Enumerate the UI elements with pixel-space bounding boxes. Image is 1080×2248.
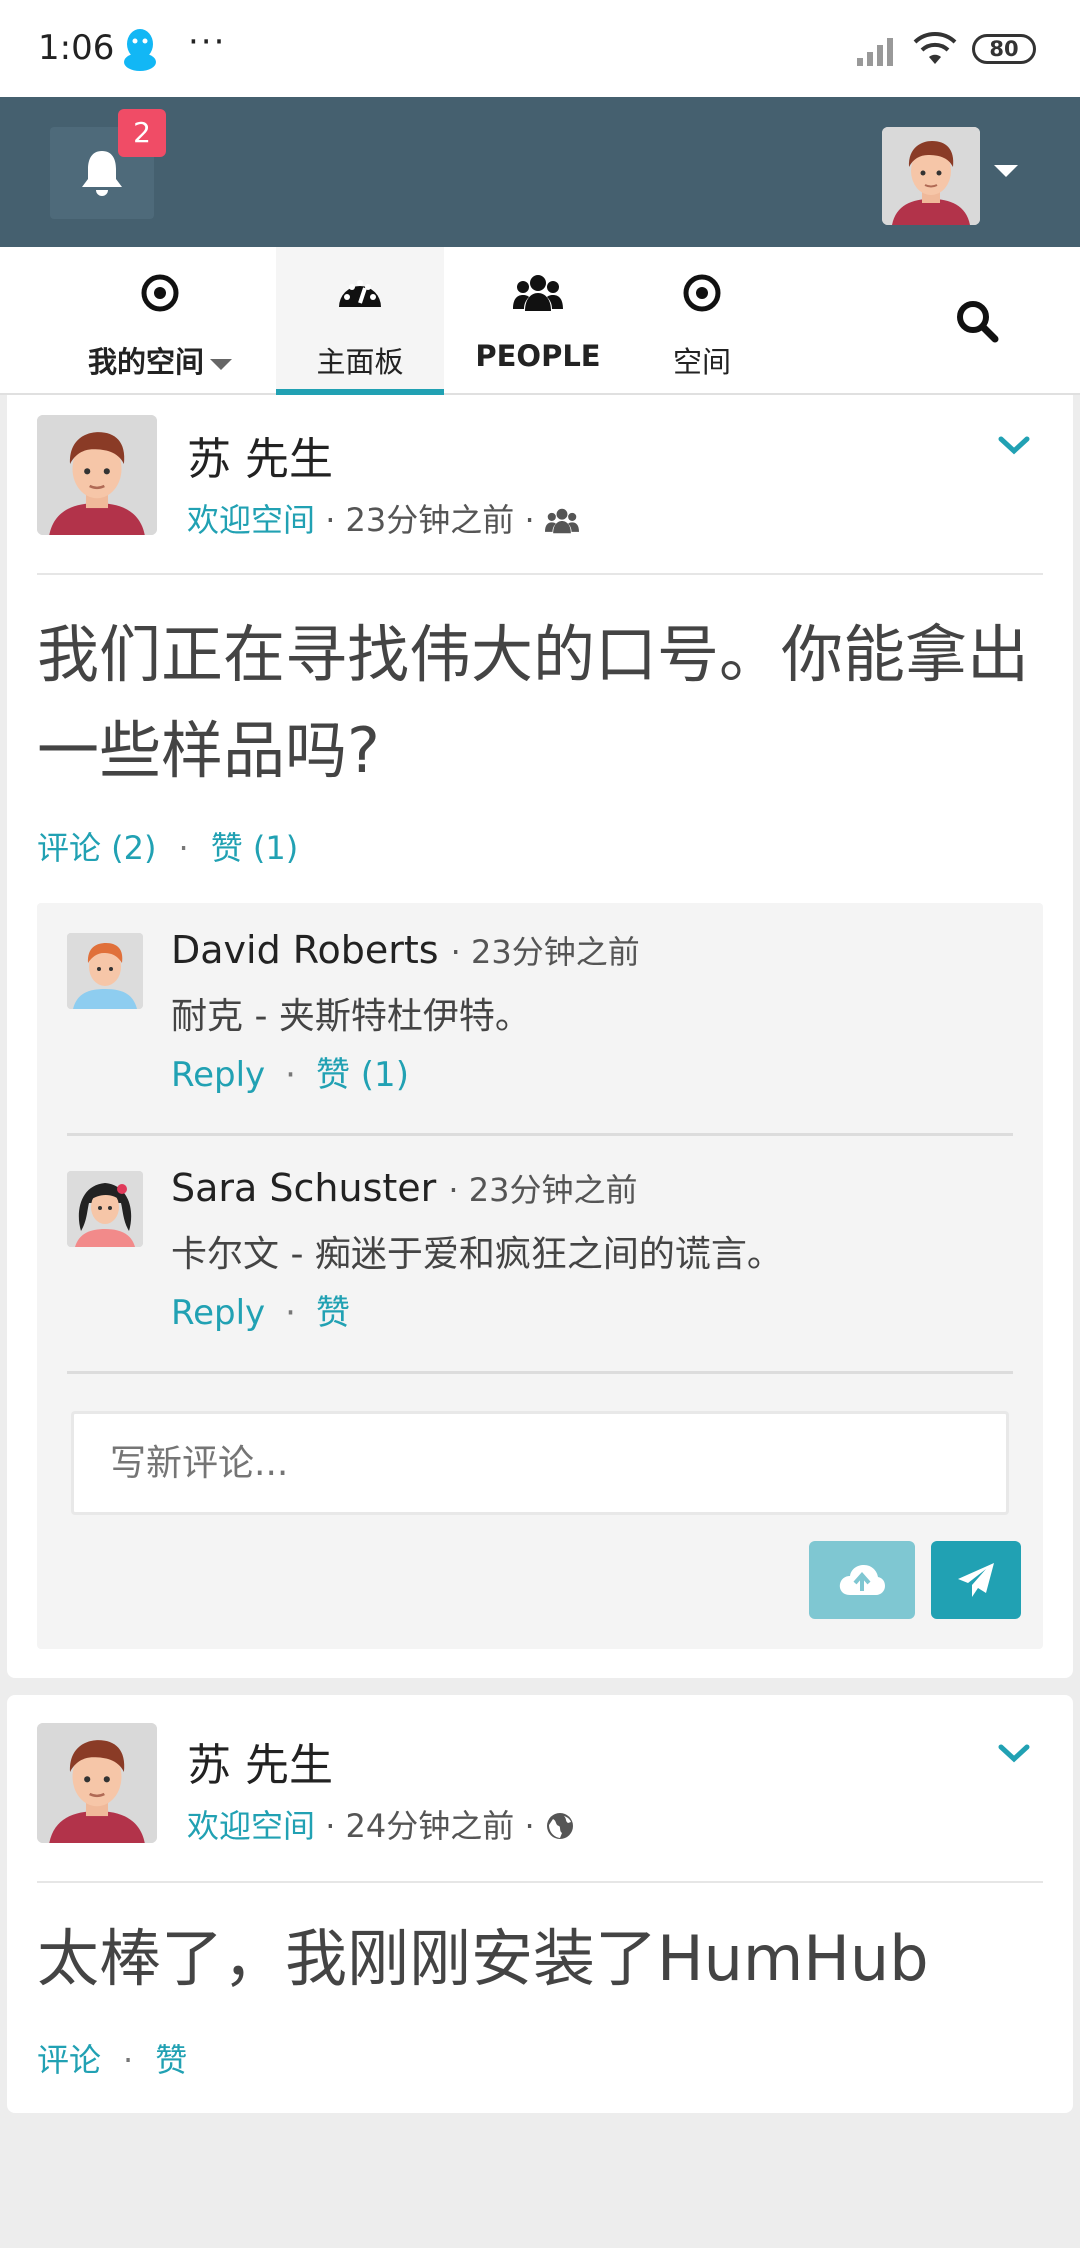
chevron-down-icon[interactable] — [997, 1743, 1031, 1765]
comment-link[interactable]: 评论 — [37, 2041, 101, 2079]
notification-badge: 2 — [118, 109, 166, 157]
reply-link[interactable]: Reply — [171, 1055, 265, 1095]
top-header: 2 — [0, 97, 1080, 247]
paper-plane-icon — [958, 1563, 994, 1597]
post-card: 苏 先生 欢迎空间 · 24分钟之前 · 太棒了，我刚刚安装了HumHub 评论… — [7, 1695, 1073, 2113]
status-time: 1:06 — [38, 28, 115, 68]
comment-author: David Roberts · 23分钟之前 — [171, 927, 640, 973]
like-link[interactable]: 赞 (1) — [211, 829, 299, 867]
post-author-name[interactable]: 苏 先生 — [187, 1729, 333, 1793]
nav-my-spaces-label: 我的空间 — [87, 345, 204, 379]
like-link[interactable]: 赞 (1) — [316, 1055, 409, 1095]
post-author-name[interactable]: 苏 先生 — [187, 423, 333, 487]
comment-author-name[interactable]: Sara Schuster — [171, 1166, 436, 1210]
qq-icon — [124, 29, 156, 71]
post-text: 我们正在寻找伟大的口号。你能拿出一些样品吗? — [37, 618, 1030, 787]
avatar-image — [67, 933, 143, 1009]
nav-my-spaces[interactable]: 我的空间 — [60, 247, 260, 395]
wifi-icon — [913, 32, 957, 64]
comment-actions: Reply · 赞 (1) — [171, 1055, 409, 1095]
chevron-down-icon[interactable] — [997, 435, 1031, 457]
main-nav: 我的空间 主面板 PEOPLE 空间 — [0, 247, 1080, 395]
post-meta: 欢迎空间 · 24分钟之前 · — [187, 1801, 575, 1847]
like-link[interactable]: 赞 — [316, 1293, 350, 1333]
nav-dashboard[interactable]: 主面板 — [276, 247, 444, 395]
target-icon — [141, 274, 179, 312]
comment-link[interactable]: 评论 (2) — [37, 829, 157, 867]
bell-icon — [82, 151, 122, 196]
comment-author-avatar[interactable] — [67, 933, 143, 1009]
nav-people[interactable]: PEOPLE — [460, 247, 616, 395]
more-notifications-icon: ··· — [188, 22, 227, 62]
nav-people-label: PEOPLE — [475, 339, 601, 373]
divider — [67, 1133, 1013, 1136]
new-comment-input[interactable] — [71, 1411, 1009, 1515]
avatar-image — [67, 1171, 143, 1247]
nav-spaces-label: 空间 — [672, 345, 731, 379]
post-meta: 欢迎空间 · 23分钟之前 · — [187, 495, 579, 541]
divider — [67, 1371, 1013, 1374]
battery-indicator: 80 — [972, 34, 1036, 64]
nav-spaces[interactable]: 空间 — [632, 247, 772, 395]
comment-time: · 23分钟之前 — [450, 933, 640, 971]
divider — [37, 573, 1043, 575]
avatar-image — [37, 415, 157, 535]
comment-text: 耐克 - 夹斯特杜伊特。 — [171, 996, 531, 1037]
comment-author-name[interactable]: David Roberts — [171, 928, 439, 972]
avatar-image — [882, 127, 980, 225]
search-icon[interactable] — [955, 299, 999, 343]
post-actions: 评论 · 赞 — [37, 2041, 188, 2079]
post-space-link[interactable]: 欢迎空间 — [187, 1807, 315, 1845]
post-text: 太棒了，我刚刚安装了HumHub — [37, 1922, 929, 1995]
comment-time: · 23分钟之前 — [448, 1171, 638, 1209]
nav-dashboard-label: 主面板 — [316, 345, 404, 379]
post-author-avatar[interactable] — [37, 415, 157, 535]
post-time: 24分钟之前 — [345, 1807, 515, 1845]
avatar-image — [37, 1723, 157, 1843]
post-card: 苏 先生 欢迎空间 · 23分钟之前 · 我们正在寻找伟大的口号。你能拿出一些样… — [7, 395, 1073, 1678]
comment-text: 卡尔文 - 痴迷于爱和疯狂之间的谎言。 — [171, 1234, 783, 1275]
signal-icon — [857, 38, 893, 66]
cloud-upload-icon — [839, 1565, 885, 1595]
comment-author-avatar[interactable] — [67, 1171, 143, 1247]
comment-author: Sara Schuster · 23分钟之前 — [171, 1165, 637, 1211]
chevron-down-icon — [210, 358, 232, 370]
users-icon — [544, 508, 579, 534]
like-link[interactable]: 赞 — [155, 2041, 187, 2079]
post-space-link[interactable]: 欢迎空间 — [187, 501, 315, 539]
post-actions: 评论 (2) · 赞 (1) — [37, 829, 299, 867]
reply-link[interactable]: Reply — [171, 1293, 265, 1333]
target-icon — [683, 274, 721, 312]
post-author-avatar[interactable] — [37, 1723, 157, 1843]
globe-icon — [546, 1813, 573, 1839]
user-menu-caret-icon[interactable] — [994, 165, 1018, 177]
comment-actions: Reply · 赞 — [171, 1293, 350, 1333]
divider — [37, 1881, 1043, 1883]
status-bar: 1:06 ··· 80 — [0, 0, 1080, 97]
post-time: 23分钟之前 — [345, 501, 515, 539]
send-button[interactable] — [931, 1541, 1021, 1619]
user-avatar-button[interactable] — [882, 127, 980, 225]
users-icon — [513, 275, 563, 311]
dashboard-icon — [339, 280, 381, 307]
comments-section: David Roberts · 23分钟之前 耐克 - 夹斯特杜伊特。 Repl… — [37, 903, 1043, 1649]
upload-button[interactable] — [809, 1541, 915, 1619]
